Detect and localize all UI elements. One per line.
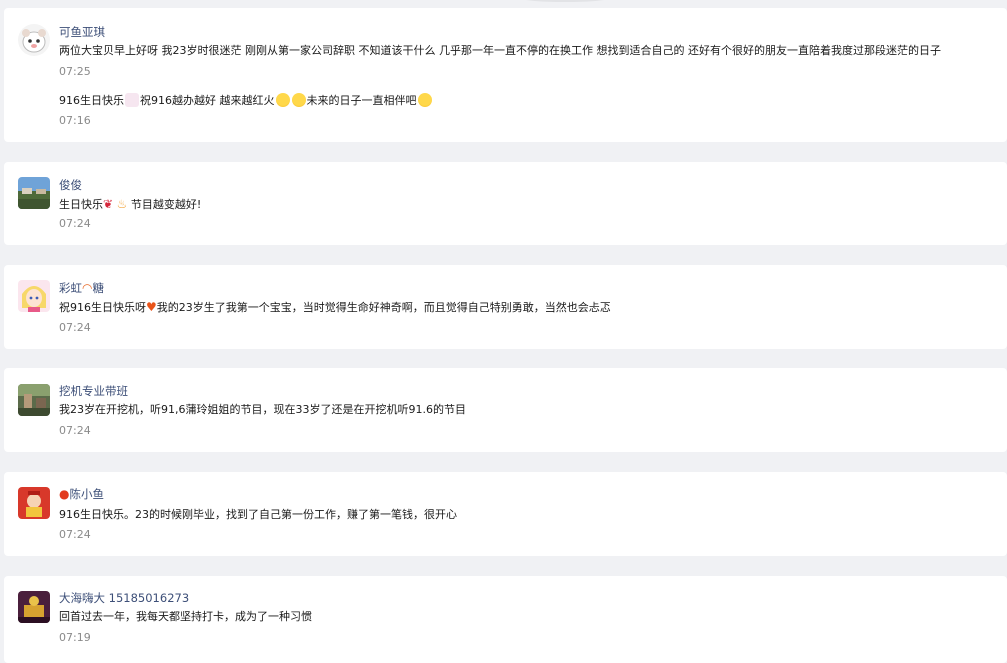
red-festive-avatar-icon[interactable] [18, 487, 50, 519]
rainbow-emoji-icon: ◠ [82, 281, 93, 295]
comment-text-part: 916生日快乐 [59, 94, 124, 107]
comment-time: 07:16 [59, 114, 91, 127]
comment-card: 大海嗨大 15185016273 回首过去一年，我每天都坚持打卡，成为了一种习惯… [4, 576, 1007, 663]
comment-time: 07:24 [59, 321, 91, 334]
comment-text: 916生日快乐 祝916越办越好 越来越红火 未来的日子一直相伴吧 [59, 93, 433, 109]
landscape-photo-avatar-icon[interactable] [18, 177, 50, 209]
apple-emoji-icon: ● [59, 487, 70, 501]
comment-text: 祝916生日快乐呀♥我的23岁生了我第一个宝宝，当时觉得生命好神奇啊，而且觉得自… [59, 299, 611, 316]
heart-emoji-icon: ♥ [146, 300, 157, 314]
top-shadow [520, 0, 610, 2]
cake-emoji-icon [125, 93, 139, 107]
user-name[interactable]: 挖机专业带班 [59, 384, 128, 398]
comment-time: 07:24 [59, 528, 91, 541]
comment-text-part: 祝916越办越好 越来越红火 [140, 94, 275, 107]
comment-text-part: 生日快乐 [59, 198, 103, 211]
anime-girl-avatar-icon[interactable] [18, 280, 50, 312]
user-name[interactable]: 俊俊 [59, 178, 82, 192]
comment-text: 916生日快乐。23的时候刚毕业，找到了自己第一份工作，赚了第一笔钱，很开心 [59, 508, 457, 521]
comment-time: 07:24 [59, 424, 91, 437]
comment-card: 彩虹◠糖 祝916生日快乐呀♥我的23岁生了我第一个宝宝，当时觉得生命好神奇啊，… [4, 265, 1007, 349]
user-name-part: 彩虹 [59, 281, 82, 295]
smile-emoji-icon [275, 93, 290, 107]
comment-text-part: 我的23岁生了我第一个宝宝，当时觉得生命好神奇啊，而且觉得自己特别勇敢，当然也会… [156, 301, 611, 314]
comment-text-part: 祝916生日快乐呀 [59, 301, 146, 314]
user-name-part: 陈小鱼 [69, 487, 104, 501]
comment-text-part: 未来的日子一直相伴吧 [306, 94, 417, 107]
comment-card: 俊俊 生日快乐❦ ♨ 节目越变越好! 07:24 [4, 162, 1007, 245]
user-name[interactable]: 彩虹◠糖 [59, 281, 104, 295]
user-name[interactable]: 可鱼亚琪 [59, 25, 105, 39]
comment-card: 挖机专业带班 我23岁在开挖机，听91,6蒲玲姐姐的节目，现在33岁了还是在开挖… [4, 368, 1007, 452]
comment-text: 我23岁在开挖机，听91,6蒲玲姐姐的节目，现在33岁了还是在开挖机听91.6的… [59, 403, 466, 416]
user-name[interactable]: ●陈小鱼 [59, 487, 104, 501]
comment-card: 可鱼亚琪 两位大宝贝早上好呀 我23岁时很迷茫 刚刚从第一家公司辞职 不知道该干… [4, 8, 1007, 142]
comment-time: 07:25 [59, 65, 91, 78]
comment-text-part: 节目越变越好! [130, 198, 202, 211]
kiss-emoji-icon [417, 93, 432, 107]
cartoon-cat-avatar-icon[interactable] [18, 24, 50, 56]
smile-emoji-icon [291, 93, 306, 107]
purple-gold-avatar-icon[interactable] [18, 591, 50, 623]
user-name[interactable]: 大海嗨大 15185016273 [59, 591, 189, 605]
user-name-part: 糖 [92, 281, 104, 295]
comment-time: 07:24 [59, 217, 91, 230]
outdoor-photo-avatar-icon[interactable] [18, 384, 50, 416]
comment-time: 07:19 [59, 631, 91, 644]
comment-text: 两位大宝贝早上好呀 我23岁时很迷茫 刚刚从第一家公司辞职 不知道该干什么 几乎… [59, 44, 941, 57]
cake-emoji-icon: ♨ [116, 197, 128, 211]
comment-text: 回首过去一年，我每天都坚持打卡，成为了一种习惯 [59, 610, 312, 623]
comment-card: ●陈小鱼 916生日快乐。23的时候刚毕业，找到了自己第一份工作，赚了第一笔钱，… [4, 472, 1007, 556]
rose-emoji-icon: ❦ [103, 197, 114, 211]
comment-text: 生日快乐❦ ♨ 节目越变越好! [59, 196, 201, 213]
